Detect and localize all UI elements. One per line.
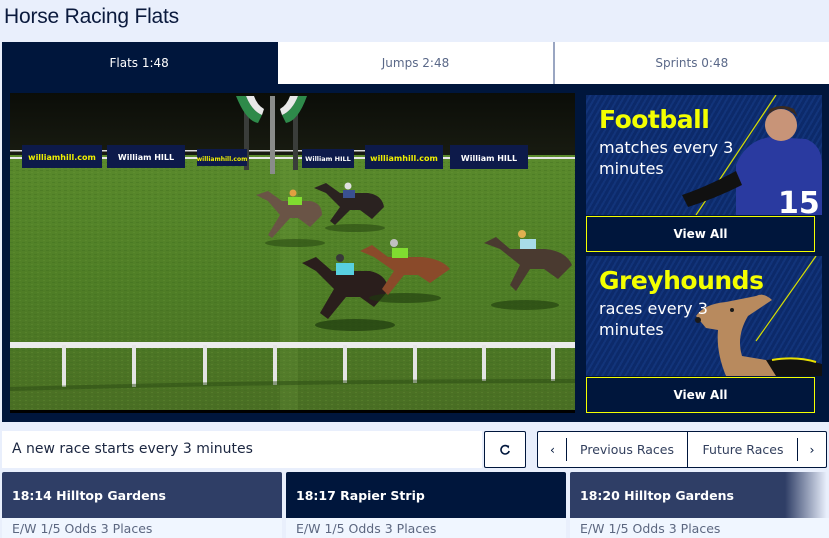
race-video[interactable]: williamhill.com William HILL williamhill… [10, 93, 575, 413]
tab-flats[interactable]: Flats 1:48 [2, 42, 277, 84]
promo-subtitle: matches every 3 minutes [599, 138, 734, 178]
svg-text:15: 15 [778, 186, 820, 215]
svg-text:williamhill.com: williamhill.com [370, 154, 438, 163]
previous-races-button[interactable]: Previous Races [567, 431, 688, 468]
svg-text:William HILL: William HILL [305, 155, 351, 163]
football-promo: 15 Football matches every 3 minutes View… [586, 95, 822, 252]
promo-subtitle: races every 3 minutes [599, 299, 708, 339]
refresh-icon [500, 444, 510, 455]
svg-text:William HILL: William HILL [118, 153, 174, 162]
race-terms: E/W 1/5 Odds 3 Places [570, 518, 829, 538]
race-scene: williamhill.com William HILL williamhill… [10, 93, 575, 413]
tab-sprints[interactable]: Sprints 0:48 [552, 42, 829, 84]
greyhounds-promo: Greyhounds races every 3 minutes View Al… [586, 256, 822, 413]
race-terms: E/W 1/5 Odds 3 Places [286, 518, 566, 538]
svg-text:williamhill.com: williamhill.com [28, 153, 96, 162]
race-card-selected[interactable]: 18:17 Rapier Strip E/W 1/5 Odds 3 Places [286, 472, 566, 538]
race-title: 18:17 Rapier Strip [286, 472, 566, 518]
promo-title: Football [599, 105, 710, 134]
future-races-button[interactable]: Future Races [688, 431, 798, 468]
svg-text:William HILL: William HILL [461, 154, 517, 163]
page-title: Horse Racing Flats [4, 5, 179, 28]
race-card[interactable]: 18:14 Hilltop Gardens E/W 1/5 Odds 3 Pla… [2, 472, 282, 538]
refresh-button[interactable] [484, 431, 526, 468]
greyhounds-view-all-button[interactable]: View All [586, 377, 815, 413]
race-pager: ‹ Previous Races Future Races › [537, 431, 827, 468]
race-title: 18:14 Hilltop Gardens [2, 472, 282, 518]
race-title: 18:20 Hilltop Gardens [570, 472, 829, 518]
race-stage: williamhill.com William HILL williamhill… [2, 84, 829, 422]
race-terms: E/W 1/5 Odds 3 Places [2, 518, 282, 538]
football-view-all-button[interactable]: View All [586, 216, 815, 252]
race-frequency-text: A new race starts every 3 minutes [12, 441, 253, 457]
chevron-left-icon[interactable]: ‹ [537, 431, 567, 468]
race-card[interactable]: 18:20 Hilltop Gardens E/W 1/5 Odds 3 Pla… [570, 472, 829, 538]
promo-title: Greyhounds [599, 266, 764, 295]
race-type-tabs: Flats 1:48 Jumps 2:48 Sprints 0:48 [2, 42, 829, 84]
svg-text:williamhill.com: williamhill.com [197, 156, 248, 163]
info-bar: A new race starts every 3 minutes [2, 431, 482, 468]
race-card-list: 18:14 Hilltop Gardens E/W 1/5 Odds 3 Pla… [2, 472, 829, 538]
tab-jumps[interactable]: Jumps 2:48 [276, 42, 553, 84]
chevron-right-icon[interactable]: › [798, 431, 827, 468]
